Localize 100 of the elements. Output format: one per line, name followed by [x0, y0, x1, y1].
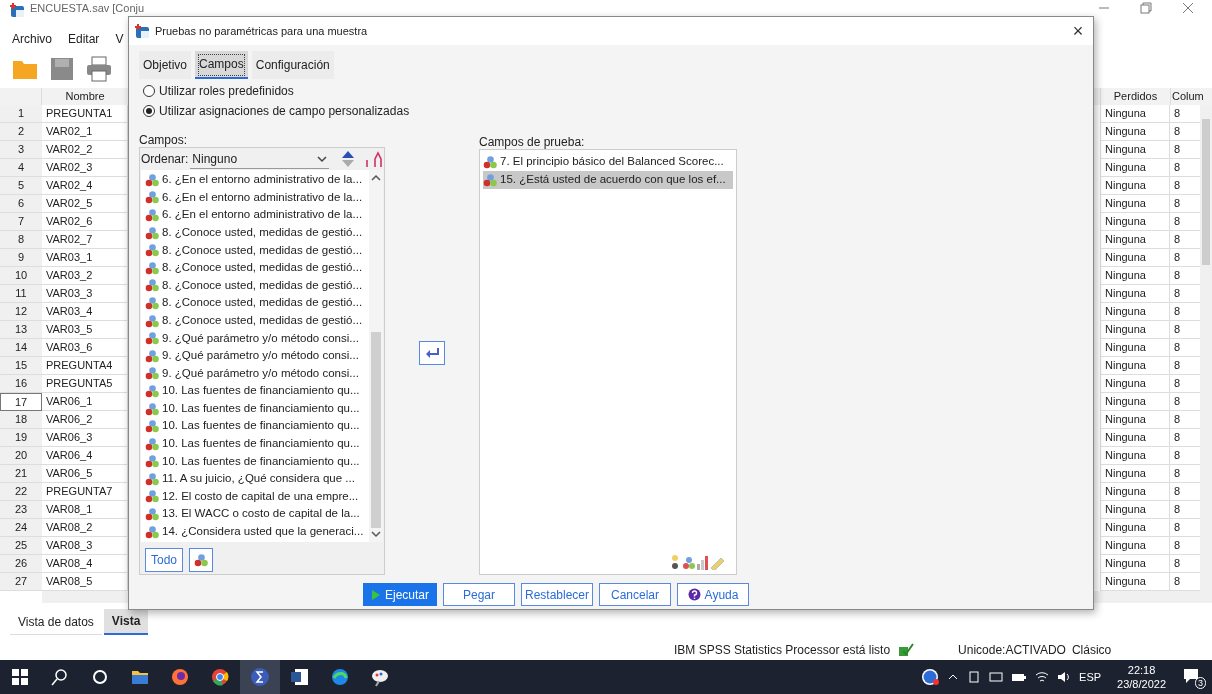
radio-button[interactable] — [143, 85, 155, 97]
sort-dropdown[interactable]: Ninguno — [190, 149, 329, 169]
column-header: Perdidos — [1100, 88, 1170, 105]
search-icon[interactable] — [50, 667, 70, 687]
circle-icon[interactable] — [90, 667, 110, 687]
table-cell: Ninguna — [1100, 555, 1170, 573]
field-item[interactable]: 9. ¿Qué parámetro y/o método consi... — [145, 329, 369, 347]
field-item[interactable]: 10. Las fuentes de financiamiento qu... — [145, 452, 369, 471]
dialog-title: Pruebas no paramétricas para una muestra — [155, 23, 368, 39]
field-item[interactable]: 14. ¿Considera usted que la generaci... — [145, 522, 369, 541]
field-item[interactable]: 12. El costo de capital de una empre... — [145, 487, 369, 506]
windows-icon[interactable] — [10, 667, 30, 687]
circles-icon — [145, 471, 160, 486]
sigma-icon[interactable] — [250, 667, 270, 687]
circles-icon — [145, 295, 160, 310]
speaker-icon[interactable] — [1057, 671, 1072, 683]
radio-button[interactable] — [143, 105, 155, 117]
field-item[interactable]: 13. El WACC o costo de capital de la... — [145, 505, 369, 523]
app-icon — [135, 23, 151, 39]
field-item[interactable]: 8. ¿Conoce usted, medidas de gestió... — [145, 258, 369, 277]
sort-label: Ordenar: — [141, 151, 189, 168]
globe-icon[interactable] — [210, 667, 230, 687]
play-icon — [371, 588, 381, 601]
device-icon[interactable] — [967, 670, 982, 684]
circles-icon — [145, 489, 160, 504]
circles-icon — [145, 331, 160, 346]
circles-icon — [145, 507, 160, 522]
circles-icon — [145, 313, 160, 328]
table-cell: Ninguna — [1100, 141, 1170, 159]
field-item[interactable]: 9. ¿Qué parámetro y/o método consi... — [145, 364, 369, 383]
list-scrollbar[interactable] — [369, 170, 383, 542]
circles-icon — [145, 225, 160, 240]
table-cell: Ninguna — [1100, 339, 1170, 357]
row-number: 9 — [0, 249, 42, 267]
table-cell: Ninguna — [1100, 357, 1170, 375]
table-cell: Ninguna — [1100, 195, 1170, 213]
action-button[interactable]: Restablecer — [521, 583, 593, 606]
tab[interactable]: Objetivo — [139, 51, 192, 79]
field-item[interactable]: 8. ¿Conoce usted, medidas de gestió... — [145, 241, 369, 259]
field-item[interactable]: 6. ¿En el entorno administrativo de la... — [145, 206, 369, 224]
field-item[interactable]: 10. Las fuentes de financiamiento qu... — [145, 382, 369, 400]
row-number: 22 — [0, 483, 42, 501]
arrow-icon — [425, 347, 439, 359]
restore-icon — [1140, 2, 1152, 14]
row-number: 26 — [0, 555, 42, 573]
document-icon[interactable] — [290, 667, 310, 687]
table-cell: Ninguna — [1100, 105, 1170, 123]
field-item[interactable]: 6. ¿En el entorno administrativo de la... — [145, 171, 369, 189]
all-button[interactable]: Todo — [145, 548, 184, 572]
menu-item[interactable]: V — [115, 30, 124, 48]
circles-icon — [193, 553, 209, 567]
clock-time[interactable]: 22:18 — [1127, 663, 1156, 677]
move-button[interactable] — [419, 341, 445, 365]
circles-icon — [145, 190, 160, 205]
field-item[interactable]: 8. ¿Conoce usted, medidas de gestió... — [145, 311, 369, 330]
field-item[interactable]: 9. ¿Qué parámetro y/o método consi... — [145, 346, 369, 365]
monitor-icon[interactable] — [989, 670, 1004, 684]
test-fields-label: Campos de prueba: — [479, 134, 586, 149]
tab[interactable]: Campos — [195, 51, 248, 79]
save-icon[interactable] — [50, 57, 74, 81]
field-item[interactable]: 8. ¿Conoce usted, medidas de gestió... — [145, 223, 369, 242]
menu-item[interactable]: Editar — [68, 30, 100, 48]
circles-icon — [145, 383, 160, 398]
circles-icon — [145, 348, 160, 363]
field-item[interactable]: 10. Las fuentes de financiamiento qu... — [145, 417, 369, 435]
field-item[interactable]: 11. A su juicio, ¿Qué considera que ... — [145, 470, 369, 488]
radio-label[interactable]: Utilizar roles predefinidos — [159, 82, 294, 100]
sort-arrows-icon[interactable] — [341, 150, 355, 168]
radio-label[interactable]: Utilizar asignaciones de campo personalizadas — [159, 102, 410, 120]
field-item[interactable]: 6. ¿En el entorno administrativo de la... — [145, 188, 369, 207]
field-item[interactable]: 10. Las fuentes de financiamiento qu... — [145, 434, 369, 453]
nominal-filter-button[interactable] — [189, 548, 214, 572]
action-button[interactable]: Pegar — [443, 583, 515, 606]
row-number: 20 — [0, 447, 42, 465]
wave-globe-icon[interactable] — [330, 667, 350, 687]
table-cell: Ninguna — [1100, 447, 1170, 465]
test-field-item[interactable]: 7. El principio básico del Balanced Scorec... — [483, 153, 733, 171]
close-button[interactable]: × — [1063, 22, 1093, 40]
wifi-icon[interactable] — [1035, 671, 1050, 683]
action-button[interactable]: Ejecutar — [363, 583, 437, 606]
view-tab[interactable]: Vista — [103, 609, 149, 635]
menu-item[interactable]: Archivo — [12, 30, 52, 48]
tab[interactable]: Configuración — [251, 51, 334, 79]
field-item[interactable]: 10. Las fuentes de financiamiento qu... — [145, 399, 369, 418]
clock-date[interactable]: 23/8/2022 — [1117, 677, 1166, 691]
chevron-up-icon — [371, 174, 381, 182]
row-number: 12 — [0, 303, 42, 321]
help-button[interactable]: Ayuda — [677, 583, 749, 606]
print-icon[interactable] — [86, 56, 112, 82]
field-item[interactable]: 8. ¿Conoce usted, medidas de gestió... — [145, 276, 369, 295]
circles-icon — [145, 454, 160, 469]
field-item[interactable]: 8. ¿Conoce usted, medidas de gestió... — [145, 294, 369, 312]
test-field-item[interactable]: 15. ¿Está usted de acuerdo con que los ef... — [483, 171, 733, 189]
action-button[interactable]: Cancelar — [599, 583, 671, 606]
battery-icon[interactable] — [1011, 671, 1028, 683]
chevron-down-icon — [317, 154, 327, 163]
language-indicator[interactable]: ESP — [1079, 668, 1102, 686]
table-cell: Ninguna — [1100, 213, 1170, 231]
row-number: 16 — [0, 375, 42, 393]
row-number: 14 — [0, 339, 42, 357]
